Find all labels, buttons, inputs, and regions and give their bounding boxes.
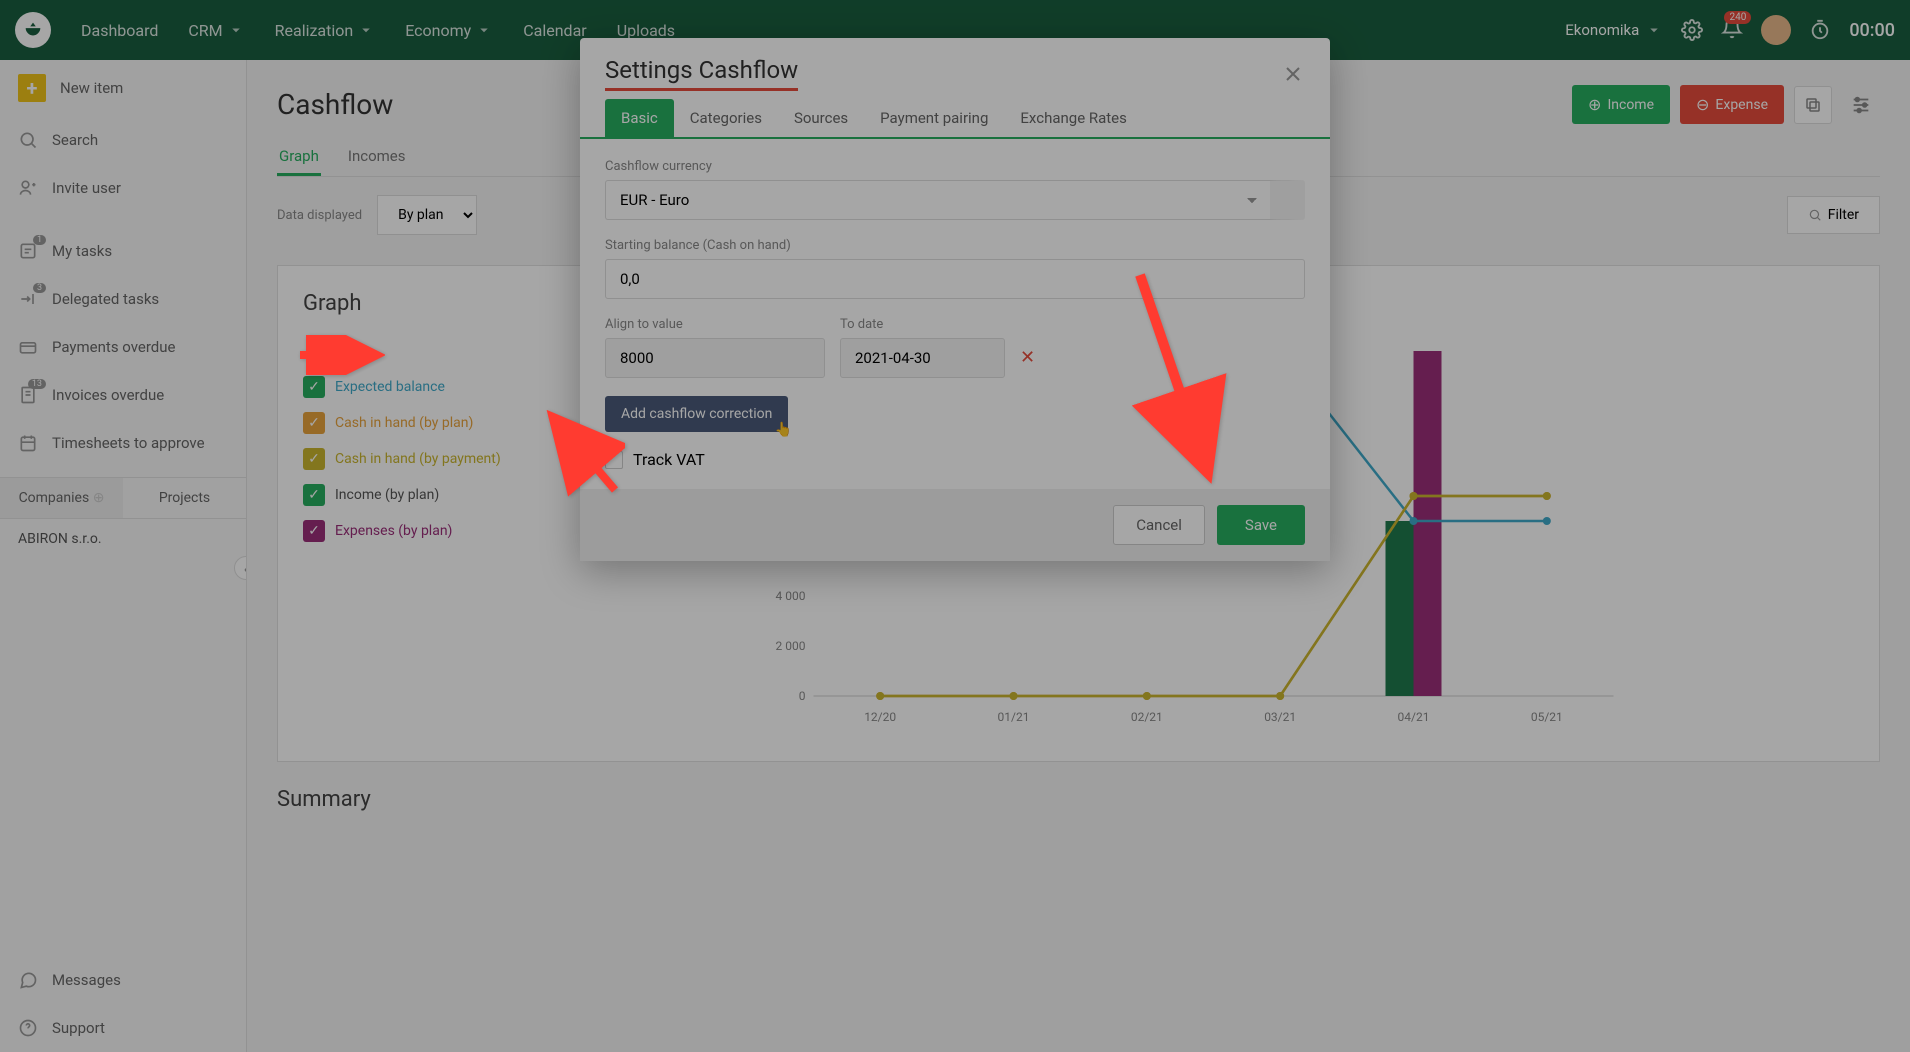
modal-overlay[interactable] [0,0,1910,1052]
